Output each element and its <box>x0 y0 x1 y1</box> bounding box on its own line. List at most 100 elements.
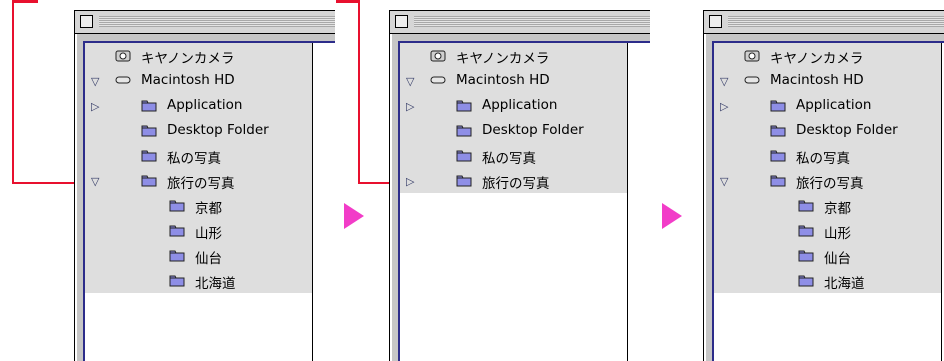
list-item[interactable]: 北海道 <box>85 268 312 293</box>
camera-icon <box>744 48 760 62</box>
folder-icon <box>169 223 185 237</box>
folder-icon <box>770 148 786 162</box>
list-item[interactable]: ▷ Application <box>714 93 941 118</box>
vertical-scrollbar[interactable] <box>627 43 650 361</box>
disclosure-collapsed-icon[interactable]: ▷ <box>406 100 414 113</box>
item-label: 旅行の写真 <box>796 176 864 192</box>
list-item[interactable]: キヤノンカメラ <box>400 43 627 68</box>
finder-window-before: キヤノンカメラ ▽ Macintosh HD ▷ Application Desktop … <box>74 10 335 361</box>
list-view: キヤノンカメラ ▽ Macintosh HD ▷ Application Desktop … <box>712 41 944 361</box>
list-item[interactable]: Desktop Folder <box>400 118 627 143</box>
folder-icon <box>169 198 185 212</box>
list-item[interactable]: 仙台 <box>85 243 312 268</box>
folder-icon <box>770 123 786 137</box>
folder-icon <box>798 198 814 212</box>
item-label: 山形 <box>195 226 222 242</box>
folder-icon <box>141 148 157 162</box>
folder-icon <box>456 98 472 112</box>
item-label: キヤノンカメラ <box>456 51 550 67</box>
list-item[interactable]: 京都 <box>85 193 312 218</box>
list-item[interactable]: 私の写真 <box>85 143 312 168</box>
folder-icon <box>798 273 814 287</box>
item-label: Desktop Folder <box>796 122 898 138</box>
list-item[interactable]: 北海道 <box>714 268 941 293</box>
item-label: 旅行の写真 <box>482 176 550 192</box>
item-label: 私の写真 <box>796 151 850 167</box>
list-item[interactable]: Desktop Folder <box>714 118 941 143</box>
item-label: 私の写真 <box>482 151 536 167</box>
close-box[interactable] <box>80 15 93 28</box>
item-label: 北海道 <box>195 276 236 292</box>
title-bar[interactable] <box>704 11 944 34</box>
folder-icon <box>141 98 157 112</box>
disclosure-collapsed-icon[interactable]: ▷ <box>406 175 414 188</box>
item-label: Desktop Folder <box>482 122 584 138</box>
item-label: キヤノンカメラ <box>141 51 235 67</box>
folder-icon <box>770 98 786 112</box>
list-view: キヤノンカメラ ▽ Macintosh HD ▷ Application Desktop … <box>83 41 335 361</box>
list-item[interactable]: 山形 <box>714 218 941 243</box>
disclosure-collapsed-icon[interactable]: ▷ <box>91 100 99 113</box>
list-item[interactable]: キヤノンカメラ <box>714 43 941 68</box>
vertical-scrollbar[interactable] <box>312 43 335 361</box>
list-view: キヤノンカメラ ▽ Macintosh HD ▷ Application Desktop … <box>398 41 650 361</box>
folder-icon <box>169 248 185 262</box>
hard-disk-icon <box>744 73 760 87</box>
folder-icon <box>456 123 472 137</box>
step-arrow-2 <box>662 203 682 229</box>
list-item[interactable]: ▽ 旅行の写真 <box>85 168 312 193</box>
item-label: 旅行の写真 <box>167 176 235 192</box>
list-item[interactable]: ▷ 旅行の写真 <box>400 168 627 193</box>
list-item[interactable]: ▷ Application <box>400 93 627 118</box>
item-label: Macintosh HD <box>770 72 864 88</box>
item-label: Application <box>482 97 558 113</box>
disclosure-expanded-icon[interactable]: ▽ <box>720 175 728 188</box>
list-item[interactable]: 私の写真 <box>400 143 627 168</box>
folder-icon <box>141 123 157 137</box>
camera-icon <box>115 48 131 62</box>
disclosure-expanded-icon[interactable]: ▽ <box>91 175 99 188</box>
item-label: 私の写真 <box>167 151 221 167</box>
item-label: キヤノンカメラ <box>770 51 864 67</box>
folder-icon <box>169 273 185 287</box>
item-label: 京都 <box>195 201 222 217</box>
list-item[interactable]: ▽ 旅行の写真 <box>714 168 941 193</box>
folder-icon <box>798 223 814 237</box>
list-item[interactable]: キヤノンカメラ <box>85 43 312 68</box>
list-item[interactable]: 京都 <box>714 193 941 218</box>
title-bar[interactable] <box>75 11 335 34</box>
item-label: Desktop Folder <box>167 122 269 138</box>
list-item[interactable]: 山形 <box>85 218 312 243</box>
item-label: 北海道 <box>824 276 865 292</box>
close-box[interactable] <box>395 15 408 28</box>
file-list: キヤノンカメラ ▽ Macintosh HD ▷ Application Desktop … <box>400 43 627 193</box>
list-item[interactable]: 私の写真 <box>714 143 941 168</box>
disclosure-expanded-icon[interactable]: ▽ <box>91 75 99 88</box>
close-box[interactable] <box>709 15 722 28</box>
folder-icon <box>456 148 472 162</box>
list-item[interactable]: ▷ Application <box>85 93 312 118</box>
item-label: 京都 <box>824 201 851 217</box>
folder-icon <box>141 173 157 187</box>
file-list: キヤノンカメラ ▽ Macintosh HD ▷ Application Desktop … <box>714 43 941 293</box>
list-item[interactable]: ▽ Macintosh HD <box>400 68 627 93</box>
item-label: Macintosh HD <box>456 72 550 88</box>
list-item[interactable]: ▽ Macintosh HD <box>714 68 941 93</box>
disclosure-expanded-icon[interactable]: ▽ <box>406 75 414 88</box>
file-list: キヤノンカメラ ▽ Macintosh HD ▷ Application Desktop … <box>85 43 312 293</box>
item-label: 仙台 <box>195 251 222 267</box>
folder-icon <box>456 173 472 187</box>
disclosure-expanded-icon[interactable]: ▽ <box>720 75 728 88</box>
item-label: Macintosh HD <box>141 72 235 88</box>
item-label: Application <box>167 97 243 113</box>
finder-window-collapsed: キヤノンカメラ ▽ Macintosh HD ▷ Application Desktop … <box>389 10 650 361</box>
title-bar[interactable] <box>390 11 650 34</box>
step-arrow-1 <box>344 203 364 229</box>
disclosure-collapsed-icon[interactable]: ▷ <box>720 100 728 113</box>
list-item[interactable]: ▽ Macintosh HD <box>85 68 312 93</box>
list-item[interactable]: 仙台 <box>714 243 941 268</box>
list-item[interactable]: Desktop Folder <box>85 118 312 143</box>
item-label: 仙台 <box>824 251 851 267</box>
item-label: Application <box>796 97 872 113</box>
hard-disk-icon <box>115 73 131 87</box>
